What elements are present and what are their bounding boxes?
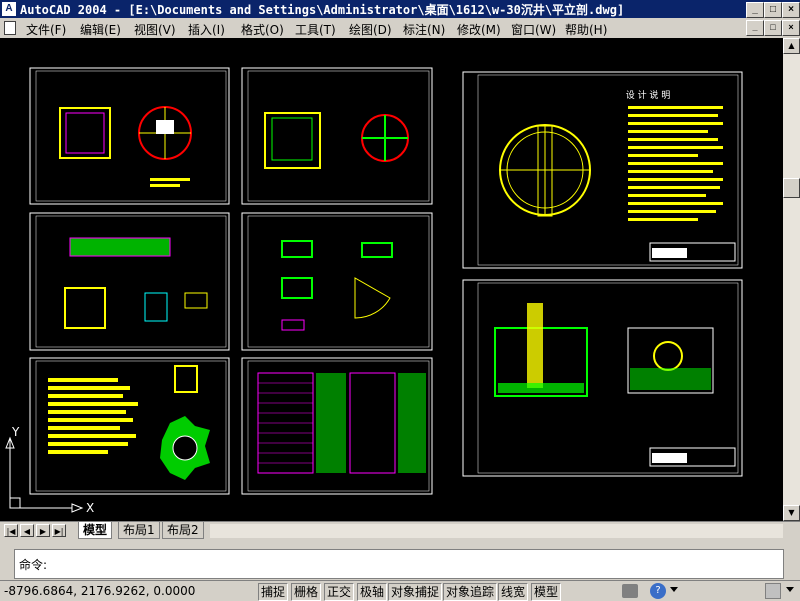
horizontal-scrollbar[interactable] xyxy=(210,524,783,538)
polar-toggle[interactable]: 极轴 xyxy=(357,583,388,601)
otrack-toggle[interactable]: 对象追踪 xyxy=(443,583,498,601)
prev-tab-button[interactable]: ◀ xyxy=(20,524,34,537)
ucs-y-label: Y xyxy=(11,425,20,439)
menu-file[interactable]: 文件(F) xyxy=(26,21,66,38)
menu-dimension[interactable]: 标注(N) xyxy=(403,21,445,38)
sheet-4-detail xyxy=(241,212,433,351)
model-toggle[interactable]: 模型 xyxy=(531,583,562,601)
menu-view[interactable]: 视图(V) xyxy=(134,21,176,38)
last-tab-button[interactable]: ▶| xyxy=(52,524,66,537)
ucs-icon: X Y xyxy=(5,425,94,515)
menu-bar: 文件(F) 编辑(E) 视图(V) 插入(I) 格式(O) 工具(T) 绘图(D… xyxy=(0,18,800,38)
help-icon[interactable]: ? xyxy=(650,583,666,599)
sheet-6-table xyxy=(241,357,433,495)
scroll-thumb[interactable] xyxy=(783,178,800,198)
snap-toggle[interactable]: 捕捉 xyxy=(258,583,289,601)
menu-modify[interactable]: 修改(M) xyxy=(457,21,501,38)
minimize-button[interactable]: _ xyxy=(746,2,764,18)
status-bar: -8796.6864, 2176.9262, 0.0000 捕捉 栅格 正交 极… xyxy=(0,580,800,601)
first-tab-button[interactable]: |◀ xyxy=(4,524,18,537)
doc-close-button[interactable]: × xyxy=(782,20,800,36)
ucs-x-label: X xyxy=(86,501,94,515)
osnap-toggle[interactable]: 对象捕捉 xyxy=(388,583,443,601)
autocad-app-icon[interactable]: A xyxy=(2,2,16,16)
grid-toggle[interactable]: 栅格 xyxy=(291,583,322,601)
design-notes-title: 设 计 说 明 xyxy=(626,89,671,101)
close-button[interactable]: × xyxy=(782,2,800,18)
sheet-3-detail xyxy=(29,212,230,351)
tray-chevron-icon[interactable] xyxy=(786,587,794,592)
lineweight-toggle[interactable]: 线宽 xyxy=(498,583,529,601)
menu-edit[interactable]: 编辑(E) xyxy=(80,21,121,38)
next-tab-button[interactable]: ▶ xyxy=(36,524,50,537)
command-prompt: 命令: xyxy=(19,558,48,572)
command-line[interactable]: 命令: xyxy=(14,549,784,579)
drawing-svg: 设 计 说 明 X Y xyxy=(5,67,743,515)
tab-layout2[interactable]: 布局2 xyxy=(162,522,204,539)
ortho-toggle[interactable]: 正交 xyxy=(324,583,355,601)
sheet-1-plan xyxy=(29,67,230,205)
sheet-7-design-notes: 设 计 说 明 xyxy=(462,71,743,269)
scroll-up-button[interactable]: ▲ xyxy=(783,38,800,54)
command-window: 命令: xyxy=(0,539,800,579)
window-title: AutoCAD 2004 - [E:\Documents and Setting… xyxy=(20,3,625,17)
tab-model[interactable]: 模型 xyxy=(78,522,113,539)
layout-tab-bar: |◀ ◀ ▶ ▶| 模型 布局1 布局2 xyxy=(0,521,800,539)
menu-insert[interactable]: 插入(I) xyxy=(188,21,225,38)
sheet-2-section xyxy=(241,67,433,205)
maximize-button[interactable]: □ xyxy=(764,2,782,18)
vertical-scrollbar[interactable]: ▲ ▼ xyxy=(783,38,800,521)
drawing-canvas[interactable]: 设 计 说 明 X Y xyxy=(0,38,783,521)
menu-format[interactable]: 格式(O) xyxy=(241,21,284,38)
document-icon[interactable] xyxy=(4,21,16,35)
menu-window[interactable]: 窗口(W) xyxy=(511,21,556,38)
doc-restore-button[interactable]: □ xyxy=(764,20,782,36)
sheet-5-notes xyxy=(29,357,230,495)
communication-icon[interactable] xyxy=(765,583,781,599)
title-bar: A AutoCAD 2004 - [E:\Documents and Setti… xyxy=(0,0,800,18)
doc-minimize-button[interactable]: _ xyxy=(746,20,764,36)
printer-icon[interactable] xyxy=(622,584,638,598)
menu-help[interactable]: 帮助(H) xyxy=(565,21,607,38)
sheet-8-elevation xyxy=(462,279,743,477)
tab-layout1[interactable]: 布局1 xyxy=(118,522,160,539)
menu-tools[interactable]: 工具(T) xyxy=(295,21,336,38)
chevron-down-icon[interactable] xyxy=(670,587,678,592)
coordinate-readout: -8796.6864, 2176.9262, 0.0000 xyxy=(4,584,196,598)
menu-draw[interactable]: 绘图(D) xyxy=(349,21,392,38)
scroll-down-button[interactable]: ▼ xyxy=(783,505,800,521)
